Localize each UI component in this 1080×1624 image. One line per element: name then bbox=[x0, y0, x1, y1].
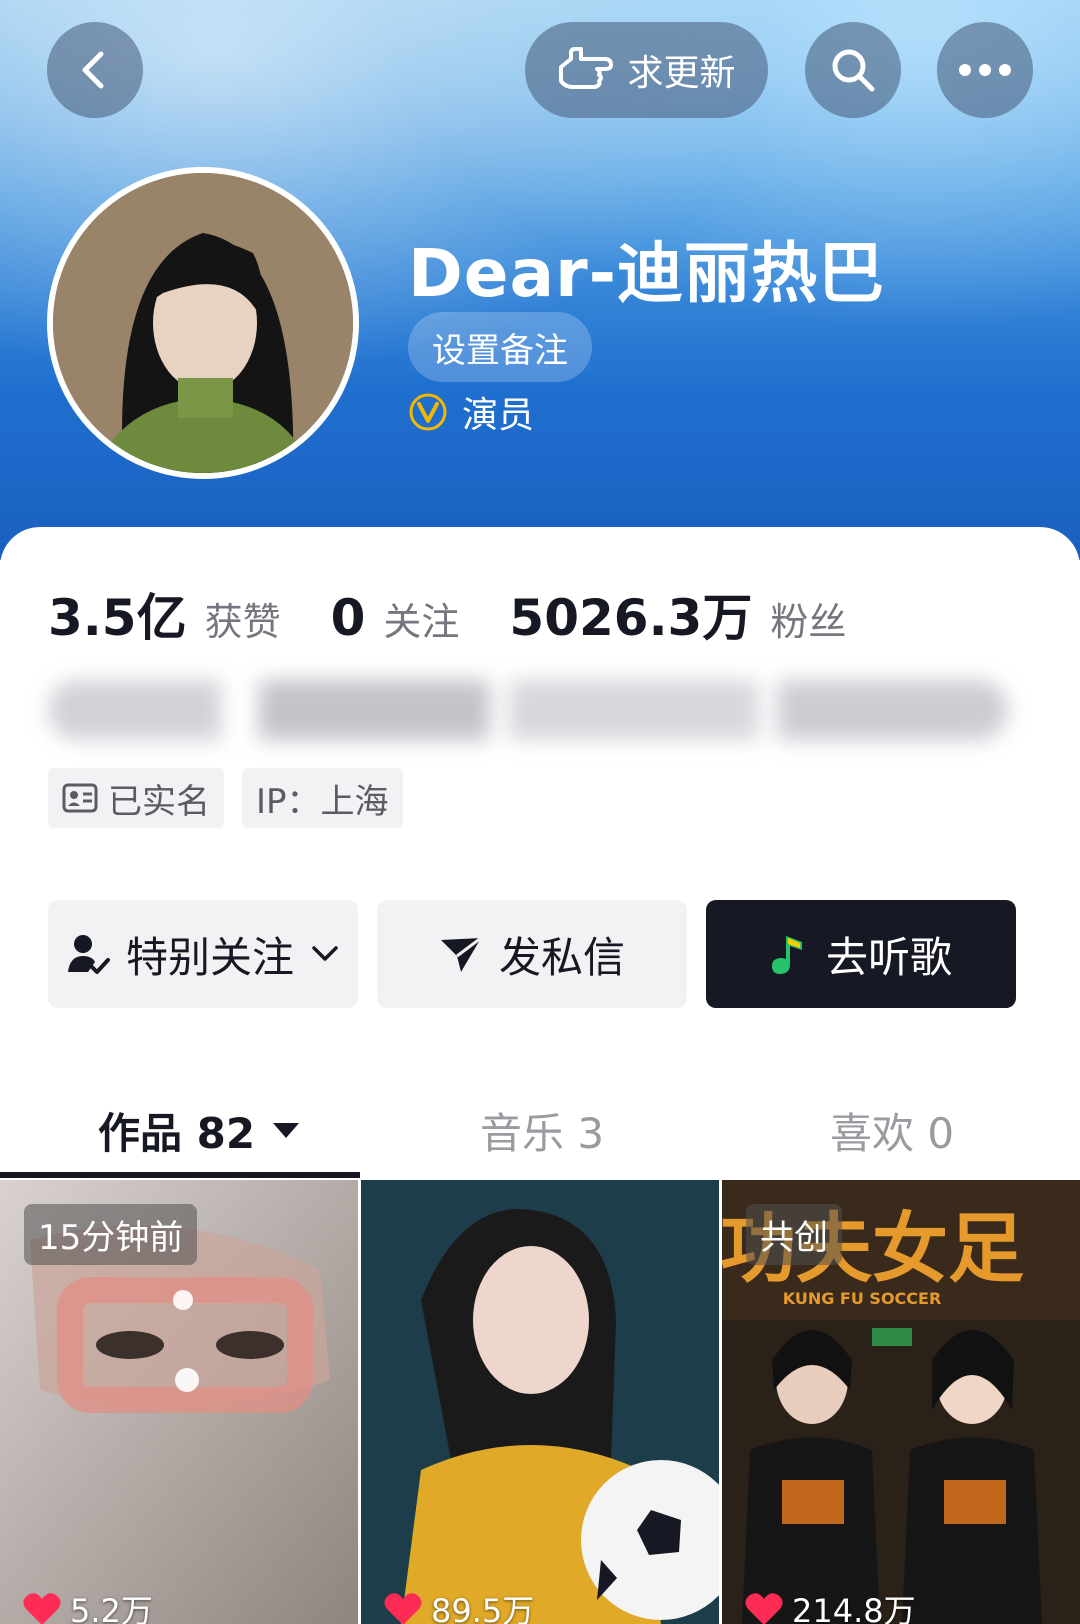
cocreate-badge: 共创 bbox=[746, 1204, 842, 1265]
tab-likes[interactable]: 喜欢 0 bbox=[830, 1085, 954, 1175]
request-update-label: 求更新 bbox=[627, 53, 736, 94]
like-count-label: 89.5万 bbox=[431, 1592, 535, 1624]
following-count[interactable]: 0 bbox=[331, 589, 366, 647]
followers-count[interactable]: 5026.3万 bbox=[509, 578, 752, 650]
likes-label: 获赞 bbox=[204, 600, 281, 644]
video-like-count: 214.8万 bbox=[744, 1586, 916, 1624]
profile-name: Dear-迪丽热巴 bbox=[408, 235, 886, 312]
real-name-tag: 已实名 bbox=[48, 768, 224, 828]
ip-location-tag: IP：上海 bbox=[242, 768, 403, 828]
avatar-portrait-image bbox=[53, 173, 353, 473]
blurred-bio bbox=[48, 680, 1008, 740]
tab-works[interactable]: 作品 82 bbox=[98, 1085, 301, 1175]
tab-works-label: 作品 82 bbox=[98, 1108, 256, 1158]
listen-music-label: 去听歌 bbox=[825, 932, 952, 982]
verified-badge-icon bbox=[409, 393, 447, 431]
tab-music-label: 音乐 3 bbox=[480, 1108, 605, 1158]
search-button[interactable] bbox=[805, 22, 901, 118]
ip-location-label: IP：上海 bbox=[256, 781, 389, 822]
content-tabs: 作品 82 音乐 3 喜欢 0 bbox=[0, 1085, 1080, 1175]
special-follow-button[interactable]: 特别关注 bbox=[48, 900, 358, 1008]
likes-count[interactable]: 3.5亿 bbox=[48, 578, 187, 650]
video-like-count: 5.2万 bbox=[22, 1586, 153, 1624]
tab-likes-label: 喜欢 0 bbox=[830, 1108, 955, 1158]
video-grid: 15分钟前 5.2万 89.5万 功夫女足 KUNG FU SOCCER 共创 … bbox=[0, 1180, 1080, 1624]
pointing-hand-icon bbox=[559, 47, 614, 89]
paper-plane-icon bbox=[440, 936, 482, 972]
special-follow-label: 特别关注 bbox=[125, 932, 294, 982]
poster-subtitle: KUNG FU SOCCER bbox=[783, 1289, 942, 1308]
id-card-icon bbox=[62, 783, 98, 813]
music-note-icon bbox=[771, 936, 802, 974]
like-count-label: 5.2万 bbox=[70, 1592, 153, 1624]
ellipsis-icon bbox=[959, 64, 1011, 76]
real-name-label: 已实名 bbox=[108, 781, 210, 822]
video-thumbnail[interactable]: 15分钟前 5.2万 bbox=[0, 1180, 358, 1624]
back-button[interactable] bbox=[47, 22, 143, 118]
video-thumbnail[interactable]: 89.5万 bbox=[361, 1180, 719, 1624]
video-like-count: 89.5万 bbox=[383, 1586, 534, 1624]
avatar[interactable] bbox=[47, 167, 359, 479]
send-message-button[interactable]: 发私信 bbox=[377, 900, 687, 1008]
video-thumbnail[interactable]: 功夫女足 KUNG FU SOCCER 共创 214.8万 bbox=[722, 1180, 1080, 1624]
following-label: 关注 bbox=[383, 600, 460, 644]
more-button[interactable] bbox=[937, 22, 1033, 118]
verification-row: 演员 bbox=[408, 386, 534, 438]
user-check-icon bbox=[67, 935, 110, 974]
chevron-down-icon bbox=[312, 946, 338, 961]
like-count-label: 214.8万 bbox=[792, 1592, 916, 1624]
followers-label: 粉丝 bbox=[770, 600, 847, 644]
chevron-left-icon bbox=[82, 51, 104, 89]
caret-down-icon bbox=[273, 1123, 300, 1138]
active-tab-indicator bbox=[0, 1172, 360, 1178]
heart-icon bbox=[23, 1593, 61, 1624]
tab-music[interactable]: 音乐 3 bbox=[480, 1085, 604, 1175]
heart-icon bbox=[745, 1593, 783, 1624]
verification-label: 演员 bbox=[462, 395, 535, 436]
search-icon bbox=[832, 49, 875, 92]
time-badge: 15分钟前 bbox=[24, 1204, 198, 1265]
stats-row: 3.5亿 获赞 0 关注 5026.3万 粉丝 bbox=[48, 578, 896, 650]
set-remark-button[interactable]: 设置备注 bbox=[408, 312, 592, 382]
heart-icon bbox=[384, 1593, 422, 1624]
video-cover-image bbox=[361, 1180, 719, 1624]
request-update-button[interactable]: 求更新 bbox=[525, 22, 768, 118]
listen-music-button[interactable]: 去听歌 bbox=[706, 900, 1016, 1008]
send-message-label: 发私信 bbox=[498, 932, 625, 982]
